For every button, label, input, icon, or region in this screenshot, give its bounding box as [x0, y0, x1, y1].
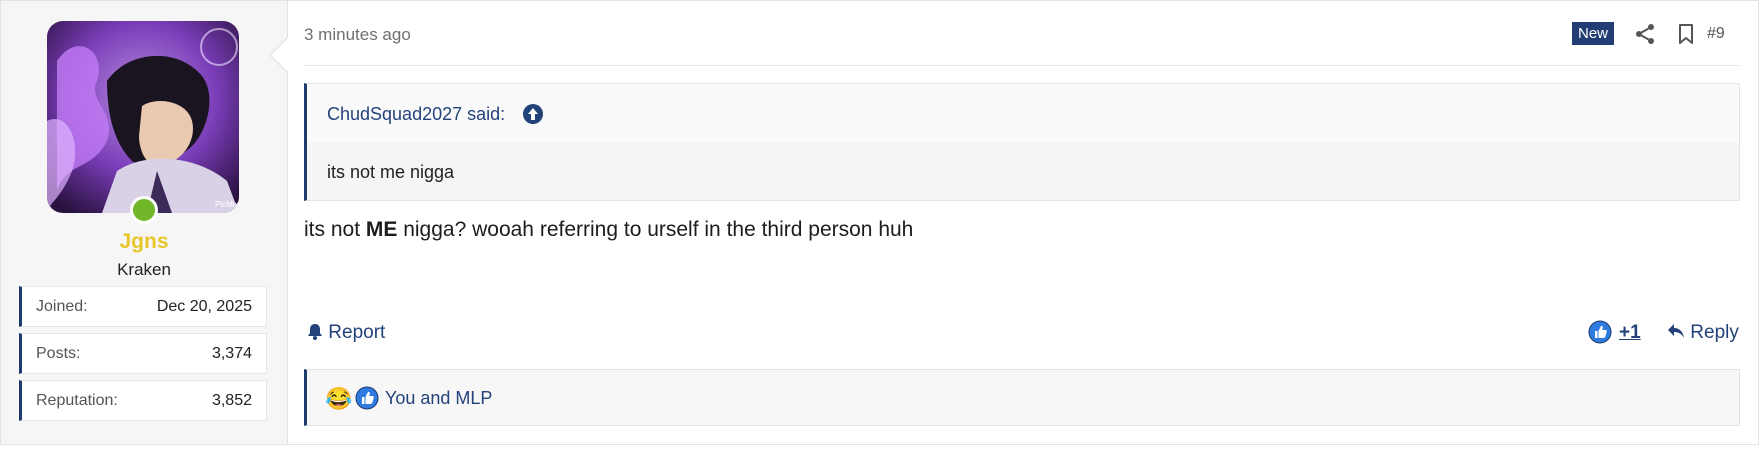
laughing-emoji-icon: 😂	[325, 386, 353, 411]
stat-reputation: Reputation: 3,852	[19, 380, 267, 421]
share-icon[interactable]	[1633, 22, 1657, 46]
stat-joined: Joined: Dec 20, 2025	[19, 286, 267, 327]
username-link[interactable]: Jgns	[1, 230, 287, 254]
quote-body: its not me nigga	[307, 142, 1739, 200]
user-sidebar: PicMix Jgns Kraken Joined: Dec 20, 2025 …	[1, 1, 288, 444]
jump-to-quote-icon[interactable]	[522, 103, 544, 125]
quote-header: ChudSquad2027 said:	[307, 84, 1739, 142]
message-body: its not ME nigga? wooah referring to urs…	[304, 218, 913, 242]
reply-label: Reply	[1690, 322, 1739, 343]
message-post: PicMix Jgns Kraken Joined: Dec 20, 2025 …	[0, 0, 1759, 445]
report-button[interactable]: Report	[307, 322, 385, 344]
reactions-summary-link[interactable]: You and MLP	[385, 388, 492, 409]
stat-label: Joined:	[36, 298, 88, 315]
bell-icon	[308, 324, 322, 340]
post-timestamp[interactable]: 3 minutes ago	[304, 25, 411, 45]
stat-posts: Posts: 3,374	[19, 333, 267, 374]
user-title: Kraken	[117, 260, 171, 279]
stat-label: Reputation:	[36, 392, 118, 409]
like-reaction-icon[interactable]	[1588, 320, 1612, 344]
stat-value: 3,852	[211, 392, 252, 409]
online-status-indicator	[130, 196, 158, 224]
reactions-bar[interactable]: 😂 You and MLP	[304, 369, 1740, 426]
quote-text: its not me nigga	[327, 162, 455, 182]
stat-value: Dec 20, 2025	[156, 298, 252, 315]
sidebar-pointer	[269, 37, 288, 73]
stat-value[interactable]: 3,374	[212, 345, 252, 363]
quote-block: ChudSquad2027 said: its not me nigga	[304, 83, 1740, 201]
header-divider	[304, 65, 1740, 66]
bookmark-icon[interactable]	[1674, 22, 1698, 46]
avatar[interactable]: PicMix	[47, 21, 239, 213]
report-label: Report	[328, 322, 386, 343]
new-badge: New	[1572, 22, 1615, 45]
svg-text:PicMix: PicMix	[215, 200, 239, 209]
reply-arrow-icon	[1668, 324, 1684, 338]
message-text-bold: ME	[365, 218, 398, 241]
stat-label: Posts:	[36, 345, 81, 362]
reply-button[interactable]: Reply	[1667, 322, 1739, 344]
quote-author-link[interactable]: ChudSquad2027 said:	[327, 104, 505, 125]
message-text-end: nigga? wooah referring to urself in the …	[397, 218, 914, 241]
like-count-link[interactable]: +1	[1619, 322, 1641, 344]
like-icon	[355, 386, 379, 410]
message-text-start: its not	[304, 218, 366, 241]
post-number-link[interactable]: #9	[1707, 25, 1725, 43]
